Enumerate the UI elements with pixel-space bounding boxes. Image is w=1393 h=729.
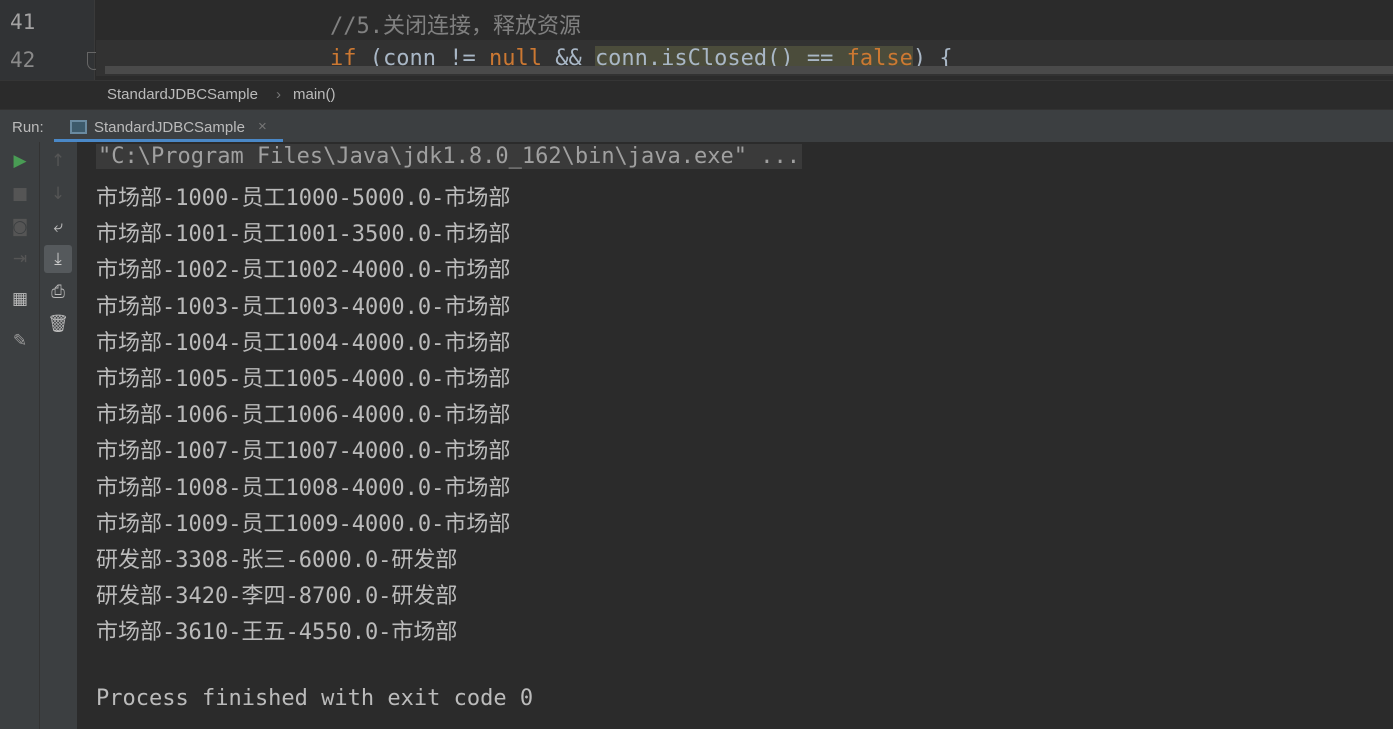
tab-label: StandardJDBCSample: [94, 119, 245, 136]
line-gutter: 41 42: [0, 0, 101, 80]
breadcrumb-class[interactable]: StandardJDBCSample: [107, 86, 258, 103]
line-number: 42: [10, 48, 36, 72]
process-finished: Process finished with exit code 0: [96, 686, 534, 711]
close-icon[interactable]: ×: [258, 118, 267, 135]
console-line: 市场部-1000-员工1000-5000.0-市场部: [96, 186, 511, 211]
code-comment: //5.关闭连接，释放资源: [330, 14, 581, 39]
down-icon[interactable]: ↓: [44, 180, 72, 208]
print-icon[interactable]: ⎙: [44, 278, 72, 306]
java-command: "C:\Program Files\Java\jdk1.8.0_162\bin\…: [96, 144, 802, 169]
up-icon[interactable]: ↑: [44, 147, 72, 175]
code-editor[interactable]: 41 42 //5.关闭连接，释放资源 if (conn != null && …: [0, 0, 1393, 80]
console-line: 市场部-1005-员工1005-4000.0-市场部: [96, 367, 511, 392]
console-icon: [70, 120, 87, 134]
console-line: 市场部-3610-王五-4550.0-市场部: [96, 620, 458, 646]
camera-icon[interactable]: ◙: [6, 213, 34, 241]
console-line: 市场部-1006-员工1006-4000.0-市场部: [96, 403, 511, 429]
run-icon[interactable]: ▶: [6, 147, 34, 175]
breadcrumb: StandardJDBCSample › main(): [0, 80, 1393, 108]
console-line: 市场部-1004-员工1004-4000.0-市场部: [96, 330, 511, 356]
run-label: Run:: [12, 119, 44, 136]
stop-icon[interactable]: ■: [6, 180, 34, 208]
console-output[interactable]: "C:\Program Files\Java\jdk1.8.0_162\bin\…: [78, 142, 1393, 729]
console-line: 研发部-3420-李四-8700.0-研发部: [96, 584, 458, 610]
run-toolbar-left: ▶ ■ ◙ ⇥ ▦ ✎: [0, 142, 40, 729]
pin-icon[interactable]: ✎: [6, 327, 34, 355]
line-number: 41: [10, 10, 36, 34]
console-line: 市场部-1001-员工1001-3500.0-市场部: [96, 222, 511, 248]
trash-icon[interactable]: 🗑: [44, 310, 72, 338]
scroll-end-icon[interactable]: ⤓: [44, 245, 72, 273]
console-line: 研发部-3308-张三-6000.0-研发部: [96, 548, 458, 573]
run-tab-bar: Run: StandardJDBCSample ×: [0, 109, 1393, 143]
breadcrumb-separator: ›: [276, 86, 281, 103]
console-line: 市场部-1003-员工1003-4000.0-市场部: [96, 294, 511, 320]
console-line: 市场部-1008-员工1008-4000.0-市场部: [96, 475, 511, 501]
console-line: 市场部-1002-员工1002-4000.0-市场部: [96, 258, 511, 284]
wrap-icon[interactable]: ⤶: [44, 213, 72, 241]
run-toolbar-right: ↑ ↓ ⤶ ⤓ ⎙ 🗑: [40, 142, 78, 729]
horizontal-scrollbar[interactable]: [105, 66, 1393, 74]
tab-standard-jdbc-sample[interactable]: StandardJDBCSample ×: [54, 110, 283, 143]
console-line: 市场部-1007-员工1007-4000.0-市场部: [96, 439, 511, 465]
login-icon[interactable]: ⇥: [6, 245, 34, 273]
breadcrumb-method[interactable]: main(): [293, 86, 336, 103]
layout-icon[interactable]: ▦: [6, 285, 34, 313]
console-line: 市场部-1009-员工1009-4000.0-市场部: [96, 511, 511, 537]
